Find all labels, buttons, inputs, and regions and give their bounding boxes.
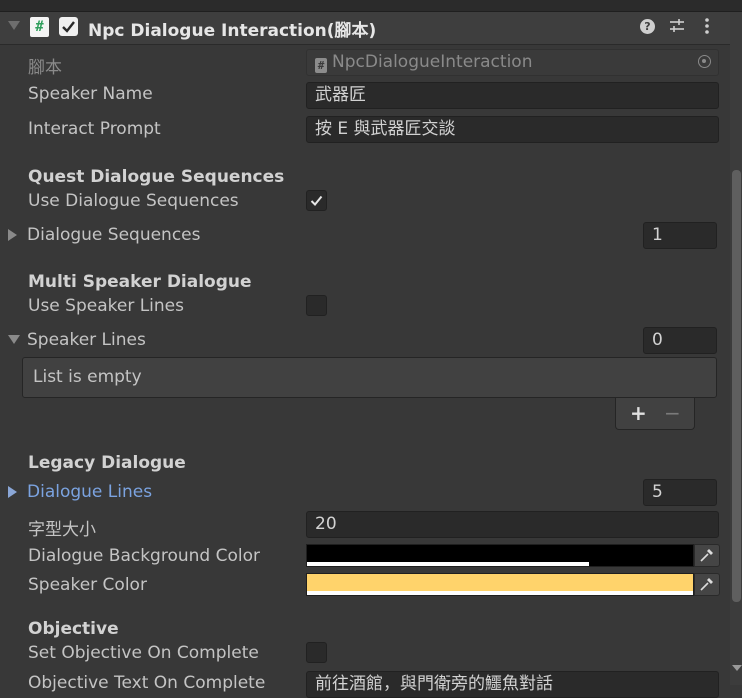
legacy-section-header: Legacy Dialogue bbox=[28, 453, 186, 473]
eyedropper-icon[interactable] bbox=[694, 573, 720, 596]
dialogue-sequences-count[interactable]: 1 bbox=[643, 222, 717, 249]
dialogue-bg-color-field[interactable] bbox=[306, 544, 694, 567]
quest-section-header: Quest Dialogue Sequences bbox=[28, 167, 285, 187]
speaker-color-label: Speaker Color bbox=[28, 575, 147, 595]
use-dialogue-sequences-checkbox[interactable] bbox=[306, 190, 327, 211]
set-objective-label: Set Objective On Complete bbox=[28, 643, 259, 663]
speaker-color-field[interactable] bbox=[306, 573, 694, 596]
multi-section-header: Multi Speaker Dialogue bbox=[28, 272, 252, 292]
objective-section-header: Objective bbox=[28, 619, 119, 639]
list-add-remove-footer: + − bbox=[615, 398, 695, 430]
kebab-menu-icon[interactable] bbox=[702, 17, 712, 35]
checkmark-icon bbox=[62, 21, 75, 33]
use-speaker-lines-label: Use Speaker Lines bbox=[28, 296, 184, 316]
script-icon: # bbox=[30, 17, 49, 37]
checkmark-icon bbox=[310, 195, 323, 206]
speaker-lines-fold-arrow-icon[interactable] bbox=[8, 335, 20, 344]
dialogue-bg-color-alpha-bar bbox=[307, 562, 589, 566]
add-element-button[interactable]: + bbox=[630, 401, 647, 425]
remove-element-button[interactable]: − bbox=[664, 401, 681, 425]
objective-text-label: Objective Text On Complete bbox=[28, 673, 266, 693]
interact-prompt-field[interactable]: 按 E 與武器匠交談 bbox=[306, 116, 719, 143]
use-speaker-lines-checkbox[interactable] bbox=[306, 295, 327, 316]
script-label: 腳本 bbox=[28, 58, 62, 78]
font-size-label: 字型大小 bbox=[28, 520, 96, 540]
speaker-lines-empty-list: List is empty bbox=[22, 357, 717, 398]
scrollbar-thumb[interactable] bbox=[732, 170, 741, 602]
speaker-color-alpha-bar bbox=[307, 591, 693, 595]
object-picker-icon[interactable] bbox=[698, 55, 711, 68]
dialogue-lines-fold-arrow-icon[interactable] bbox=[8, 486, 17, 498]
dialogue-sequences-label[interactable]: Dialogue Sequences bbox=[27, 225, 201, 245]
dialogue-sequences-fold-arrow-icon[interactable] bbox=[8, 229, 17, 241]
dialogue-lines-label[interactable]: Dialogue Lines bbox=[27, 482, 152, 502]
component-enabled-checkbox[interactable] bbox=[59, 17, 78, 36]
speaker-lines-label[interactable]: Speaker Lines bbox=[27, 330, 146, 350]
dialogue-bg-color-label: Dialogue Background Color bbox=[28, 546, 260, 566]
component-title: Npc Dialogue Interaction(腳本) bbox=[88, 21, 377, 41]
set-objective-checkbox[interactable] bbox=[306, 642, 327, 663]
script-file-icon: # bbox=[315, 58, 327, 73]
speaker-name-field[interactable]: 武器匠 bbox=[306, 82, 719, 109]
scroll-down-arrow-icon[interactable] bbox=[732, 665, 742, 671]
inspector-top-strip bbox=[0, 0, 742, 12]
speaker-lines-count[interactable]: 0 bbox=[643, 327, 717, 354]
dialogue-lines-count[interactable]: 5 bbox=[643, 479, 717, 506]
interact-prompt-label: Interact Prompt bbox=[28, 119, 161, 139]
font-size-field[interactable]: 20 bbox=[306, 511, 719, 538]
speaker-name-label: Speaker Name bbox=[28, 84, 153, 104]
use-dialogue-sequences-label: Use Dialogue Sequences bbox=[28, 191, 239, 211]
script-value: NpcDialogueInteraction bbox=[332, 52, 533, 72]
eyedropper-icon[interactable] bbox=[694, 544, 720, 567]
script-field[interactable]: # NpcDialogueInteraction bbox=[306, 49, 719, 76]
help-icon[interactable]: ? bbox=[640, 19, 655, 34]
component-fold-arrow-icon[interactable] bbox=[8, 21, 20, 30]
presets-icon[interactable] bbox=[668, 17, 686, 35]
